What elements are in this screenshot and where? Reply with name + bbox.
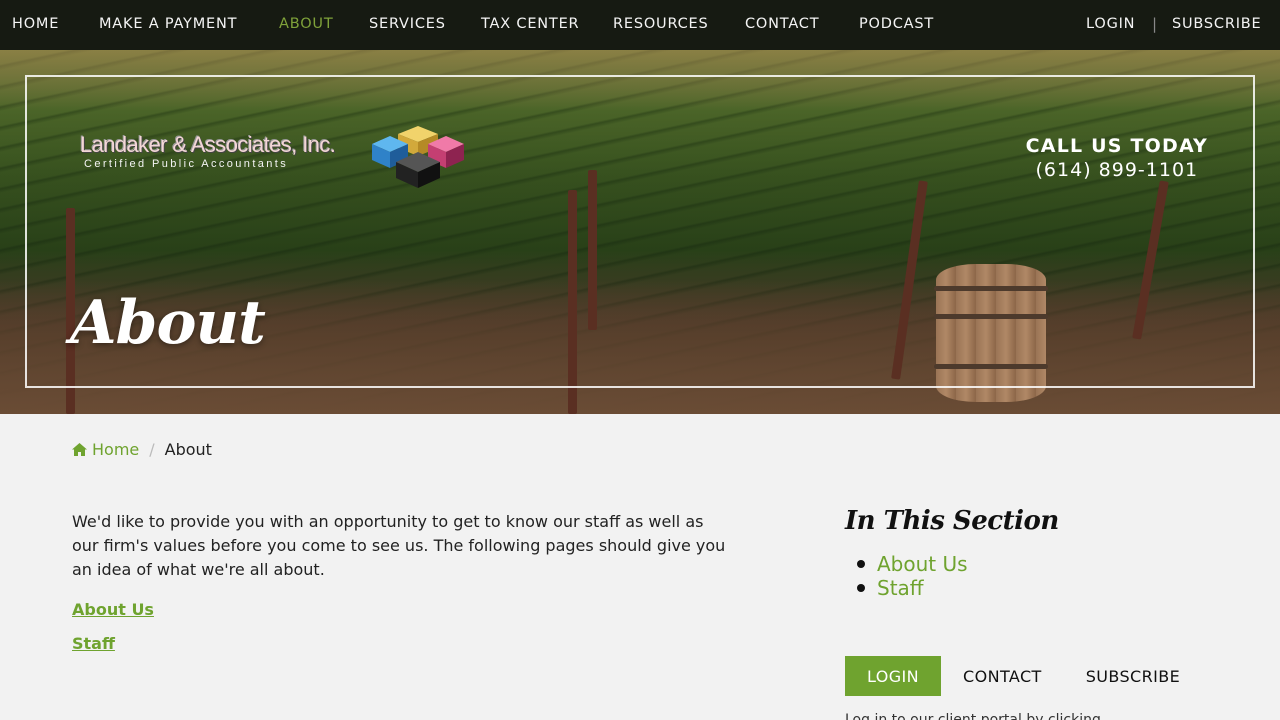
nav-podcast[interactable]: PODCAST (859, 16, 934, 32)
cubes-logo-icon (372, 126, 464, 188)
tab-login[interactable]: LOGIN (845, 656, 942, 696)
breadcrumb-home-label: Home (92, 440, 140, 459)
section-title: In This Section (845, 506, 1059, 536)
intro-text: We'd like to provide you with an opportu… (72, 512, 726, 579)
breadcrumb-divider: / (149, 440, 155, 459)
hero-banner: Landaker & Associates, Inc. Certified Pu… (0, 50, 1280, 414)
breadcrumb: Home / About (72, 440, 212, 459)
nav-subscribe[interactable]: SUBSCRIBE (1172, 16, 1262, 32)
section-item-staff[interactable]: Staff (857, 576, 968, 600)
tab-contact[interactable]: CONTACT (941, 656, 1064, 696)
home-icon (72, 443, 87, 456)
call-us-label: CALL US TODAY (1025, 135, 1208, 157)
sidebar-login-note: Log in to our client portal by clicking (845, 712, 1101, 720)
nav-home[interactable]: HOME (12, 16, 59, 32)
breadcrumb-home-link[interactable]: Home (72, 440, 139, 459)
nav-services[interactable]: SERVICES (369, 16, 446, 32)
link-staff[interactable]: Staff (72, 634, 115, 653)
phone-number-link[interactable]: (614) 899-1101 (1026, 159, 1208, 181)
section-item-about-us[interactable]: About Us (857, 552, 968, 576)
nav-make-a-payment[interactable]: MAKE A PAYMENT (99, 16, 237, 32)
page-title: About (70, 288, 266, 358)
logo-company-name: Landaker & Associates, Inc. (80, 132, 336, 157)
link-about-us[interactable]: About Us (72, 600, 154, 619)
call-us-block: CALL US TODAY (614) 899-1101 (1026, 135, 1208, 181)
nav-separator: | (1152, 15, 1158, 33)
nav-contact[interactable]: CONTACT (745, 16, 819, 32)
breadcrumb-current: About (164, 440, 212, 459)
nav-tax-center[interactable]: TAX CENTER (481, 16, 579, 32)
sidebar-tabs: LOGIN CONTACT SUBSCRIBE (845, 656, 1202, 696)
logo-tagline: Certified Public Accountants (84, 158, 289, 170)
nav-login[interactable]: LOGIN (1086, 16, 1135, 32)
nav-resources[interactable]: RESOURCES (613, 16, 709, 32)
top-navigation: HOME MAKE A PAYMENT ABOUT SERVICES TAX C… (0, 0, 1280, 50)
company-logo[interactable]: Landaker & Associates, Inc. Certified Pu… (80, 122, 470, 192)
section-list: About Us Staff (857, 552, 968, 600)
nav-about[interactable]: ABOUT (279, 16, 334, 32)
tab-subscribe[interactable]: SUBSCRIBE (1064, 656, 1202, 696)
